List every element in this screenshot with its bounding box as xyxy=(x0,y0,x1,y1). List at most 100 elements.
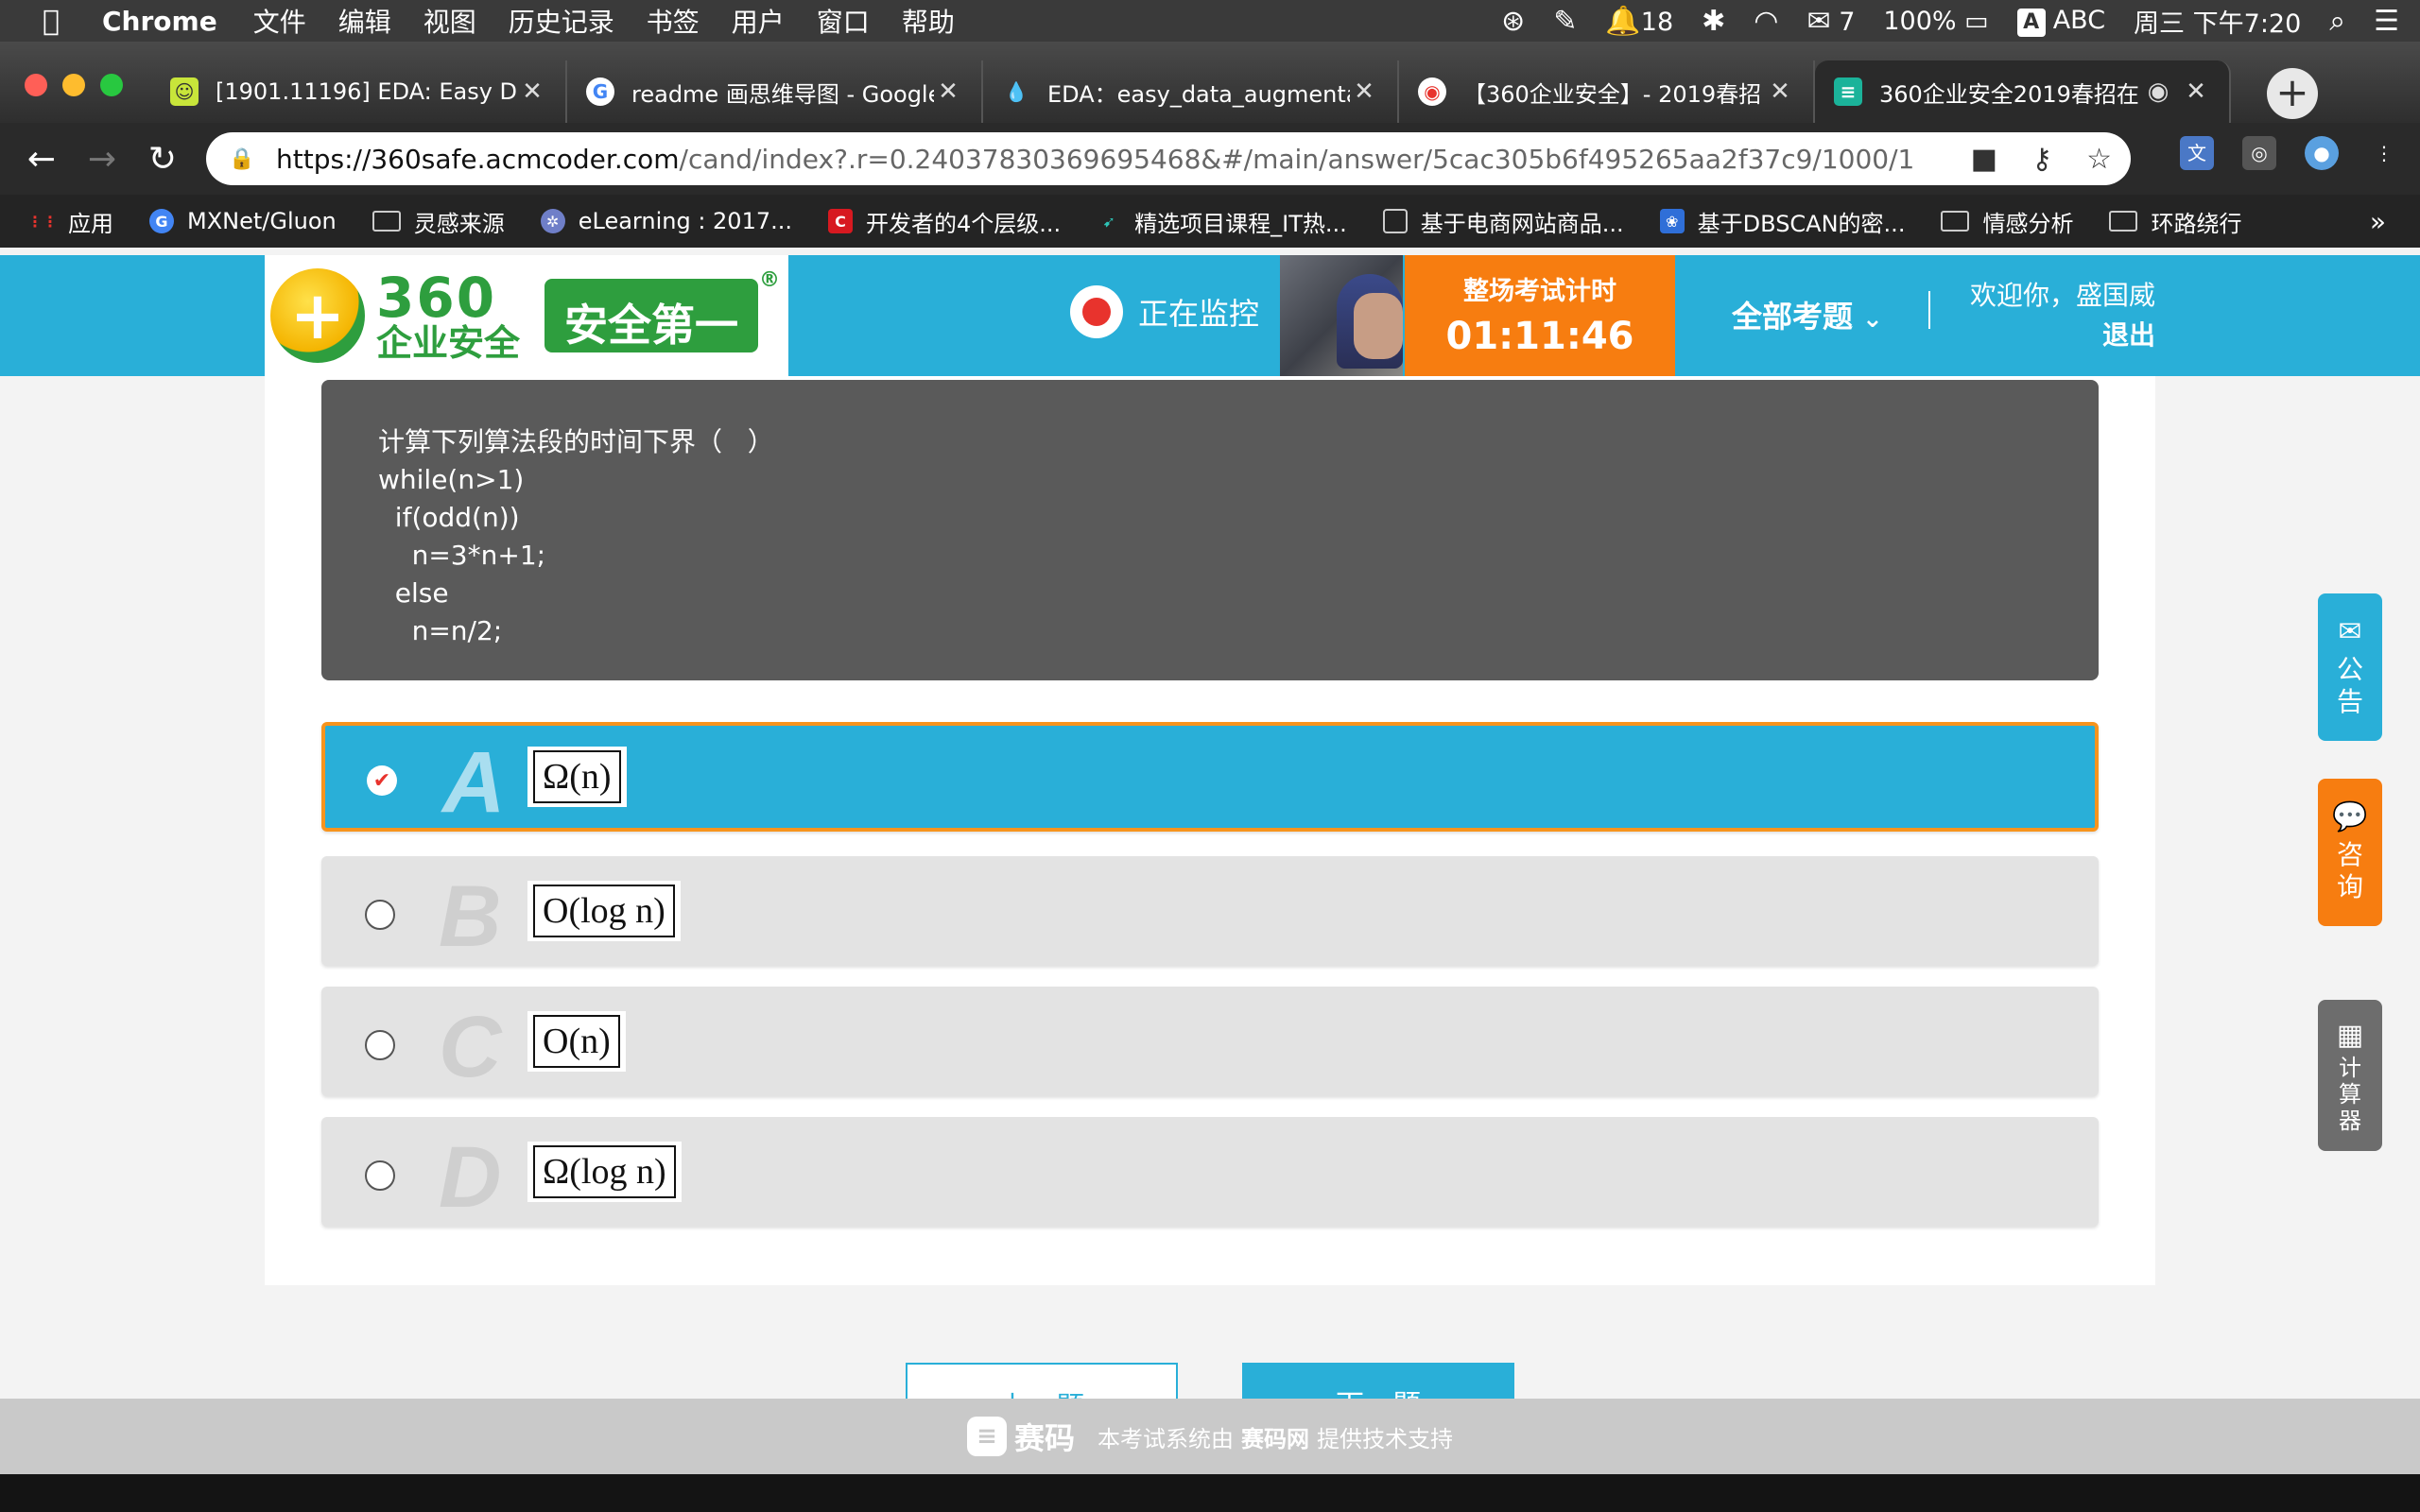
bookmark-label: 精选项目课程_IT热... xyxy=(1134,210,1347,237)
minimize-window-button[interactable] xyxy=(62,74,85,96)
forward-arrow-icon[interactable]: → xyxy=(72,140,132,179)
close-icon[interactable]: ✕ xyxy=(934,77,962,106)
star-icon[interactable]: ☆ xyxy=(2086,143,2112,176)
tab-google[interactable]: G readme 画思维导图 - Google ✕ xyxy=(567,60,983,123)
close-icon[interactable]: ✕ xyxy=(1766,77,1794,106)
menu-file[interactable]: 文件 xyxy=(253,2,306,40)
bookmark-inspiration[interactable]: 灵感来源 xyxy=(372,205,505,238)
menu-window[interactable]: 窗口 xyxy=(817,2,870,40)
bluetooth-icon[interactable]: ✱ xyxy=(1702,5,1725,38)
option-c[interactable]: C O(n) xyxy=(321,987,2099,1096)
clock[interactable]: 周三 下午7:20 xyxy=(2134,3,2301,40)
battery-area[interactable]: 100% ▭ xyxy=(1883,7,1988,36)
radio-button[interactable] xyxy=(365,1030,395,1060)
bookmark-ecommerce[interactable]: 基于电商网站商品... xyxy=(1382,205,1624,238)
checked-radio-icon[interactable]: ✔ xyxy=(367,765,397,796)
bookmark-developer[interactable]: C 开发者的4个层级... xyxy=(828,205,1061,238)
document-icon xyxy=(1382,209,1408,233)
bookmark-label: 情感分析 xyxy=(1982,210,2074,237)
menu-edit[interactable]: 编辑 xyxy=(338,2,391,40)
question-card: 计算下列算法段的时间下界（ ） while(n>1) if(odd(n)) n=… xyxy=(265,376,2155,1285)
maximize-window-button[interactable] xyxy=(100,74,123,96)
lock-icon[interactable]: 🔒 xyxy=(229,147,257,171)
incognito-icon[interactable]: ◎ xyxy=(2242,136,2276,170)
spotlight-icon[interactable]: ⌕ xyxy=(2329,5,2345,38)
tab-360-exam[interactable]: ≡ 360企业安全2019春招在 ◉ ✕ xyxy=(1815,60,2231,123)
close-icon[interactable]: ✕ xyxy=(1350,77,1378,106)
question-line: while(n>1) xyxy=(378,464,525,495)
control-list-icon[interactable]: ☰ xyxy=(2374,5,2399,38)
back-arrow-icon[interactable]: ← xyxy=(11,140,72,179)
pen-icon[interactable]: ✎ xyxy=(1553,5,1577,38)
radio-button[interactable] xyxy=(365,1160,395,1191)
registered-mark: ® xyxy=(759,268,781,292)
close-icon[interactable]: ✕ xyxy=(518,77,546,106)
tab-bar: ☺ [1901.11196] EDA: Easy Da ✕ G readme 画… xyxy=(0,42,2420,123)
menu-people[interactable]: 用户 xyxy=(732,2,785,40)
menu-bookmarks[interactable]: 书签 xyxy=(647,2,700,40)
tab-title: 【360企业安全】- 2019春招 xyxy=(1463,80,1762,108)
keyboard-icon: A xyxy=(2016,8,2046,37)
slogan-badge: 安全第一 ® xyxy=(544,268,780,352)
address-bar[interactable]: 🔒 https://360safe.acmcoder.com/cand/inde… xyxy=(206,132,2131,185)
tab-eda[interactable]: 💧 EDA：easy_data_augmenta ✕ xyxy=(983,60,1399,123)
bookmark-sentiment[interactable]: 情感分析 xyxy=(1941,205,2073,238)
wechat-count: 7 xyxy=(1839,7,1856,37)
close-icon[interactable]: ✕ xyxy=(2182,77,2210,106)
bookmark-apps[interactable]: ⋮⋮ 应用 xyxy=(27,205,113,238)
all-questions-dropdown[interactable]: 全部考题 ⌄ xyxy=(1732,293,1883,336)
profile-avatar-icon[interactable]: ● xyxy=(2305,136,2339,170)
bookmark-elearning[interactable]: ✲ eLearning : 2017... xyxy=(540,208,792,234)
bookmark-label: 环路绕行 xyxy=(2151,210,2242,237)
tab-title: 360企业安全2019春招在 xyxy=(1879,80,2139,108)
notification-area[interactable]: 🔔18 xyxy=(1605,5,1673,38)
apple-icon[interactable]:  xyxy=(0,5,102,38)
bookmarks-overflow-icon[interactable]: » xyxy=(2370,206,2386,237)
option-a[interactable]: ✔ A Ω(n) xyxy=(321,722,2099,832)
translate-icon[interactable]: 文 xyxy=(2180,136,2214,170)
arrow-icon: ➹ xyxy=(1102,212,1115,231)
webcam-face xyxy=(1354,293,1403,359)
menu-help[interactable]: 帮助 xyxy=(902,2,955,40)
option-b[interactable]: B O(log n) xyxy=(321,856,2099,966)
notice-button[interactable]: ✉ 公 告 xyxy=(2318,593,2382,741)
search-status-icon[interactable]: ⊛ xyxy=(1501,5,1525,38)
wifi-icon[interactable]: ◠ xyxy=(1754,5,1778,38)
csdn-icon: C xyxy=(828,209,853,233)
option-letter: B xyxy=(439,868,502,965)
option-d[interactable]: D Ω(log n) xyxy=(321,1117,2099,1227)
consult-label: 询 xyxy=(2336,871,2363,902)
key-icon[interactable]: ⚷ xyxy=(2031,143,2052,176)
wechat-area[interactable]: ✉ 7 xyxy=(1806,5,1855,38)
tabs: ☺ [1901.11196] EDA: Easy Da ✕ G readme 画… xyxy=(151,60,2231,123)
welcome-text: 欢迎你，盛国威 xyxy=(1969,280,2155,311)
bookmark-mxnet[interactable]: G MXNet/Gluon xyxy=(149,208,337,234)
folder-icon xyxy=(1941,211,1970,232)
bookmark-detour[interactable]: 环路绕行 xyxy=(2109,205,2241,238)
reload-icon[interactable]: ↻ xyxy=(132,140,193,179)
tab-arxiv[interactable]: ☺ [1901.11196] EDA: Easy Da ✕ xyxy=(151,60,567,123)
radio-button[interactable] xyxy=(365,900,395,930)
more-menu-icon[interactable]: ⋮ xyxy=(2367,136,2401,170)
input-method-label: ABC xyxy=(2052,5,2106,35)
tab-360-spring[interactable]: ◉ 【360企业安全】- 2019春招 ✕ xyxy=(1399,60,1815,123)
option-formula: Ω(n) xyxy=(527,747,627,807)
new-tab-button[interactable]: + xyxy=(2267,68,2318,119)
bookmark-label: 开发者的4个层级... xyxy=(866,210,1062,237)
calculator-button[interactable]: ▦ 计 算 器 xyxy=(2318,1000,2382,1151)
input-method[interactable]: A ABC xyxy=(2016,5,2106,37)
camera-icon[interactable]: ■ xyxy=(1971,143,1997,176)
consult-button[interactable]: 💬 咨 询 xyxy=(2318,779,2382,926)
close-window-button[interactable] xyxy=(25,74,47,96)
bookmark-dbscan[interactable]: ❀ 基于DBSCAN的密... xyxy=(1659,205,1905,238)
menu-app-name[interactable]: Chrome xyxy=(102,6,217,37)
formula-text: O(log n) xyxy=(533,885,675,937)
logout-link[interactable]: 退出 xyxy=(1970,316,2155,355)
header-divider xyxy=(1928,291,1930,329)
bookmark-courses[interactable]: ➹ 精选项目课程_IT热... xyxy=(1097,205,1347,238)
footer-provider: 赛码网 xyxy=(1241,1425,1309,1452)
battery-icon: ▭ xyxy=(1964,6,1989,36)
menu-history[interactable]: 历史记录 xyxy=(509,2,614,40)
option-formula: Ω(log n) xyxy=(527,1142,682,1202)
menu-view[interactable]: 视图 xyxy=(424,2,476,40)
